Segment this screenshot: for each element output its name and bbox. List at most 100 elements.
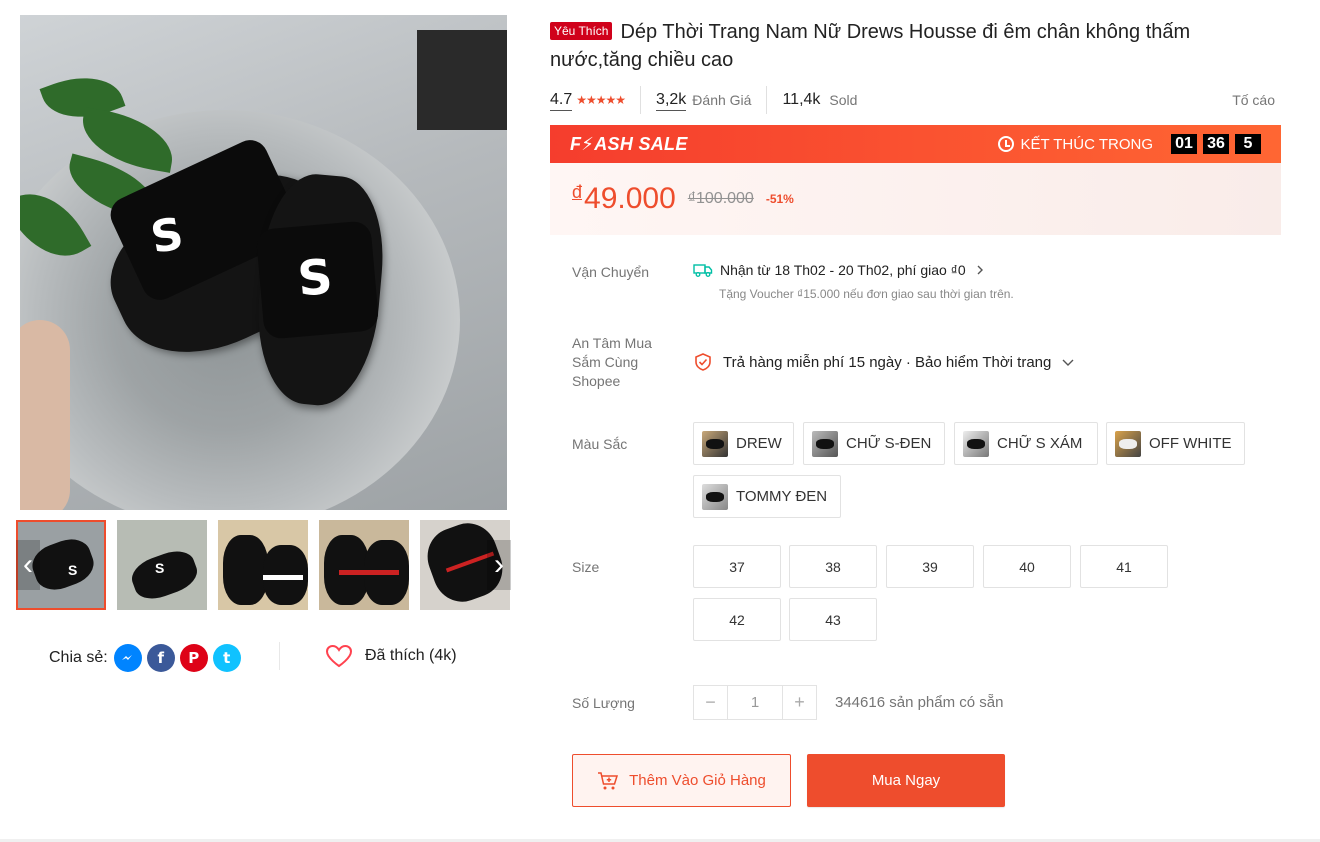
- chevron-right-icon: [977, 265, 983, 275]
- reviews-count[interactable]: 3,2k: [656, 90, 687, 111]
- color-swatch: [702, 483, 728, 510]
- strap-letter: S: [147, 208, 188, 264]
- flash-sale-bar: F⚡ASH SALE KẾT THÚC TRONG 01 36 5: [550, 125, 1281, 163]
- stock-available: 344616 sản phẩm có sẵn: [835, 694, 1004, 711]
- background-box: [417, 30, 507, 130]
- thumb-letter: S: [68, 562, 78, 578]
- messenger-icon[interactable]: [113, 644, 142, 672]
- flash-sale-title: F⚡ASH SALE: [570, 133, 688, 154]
- quantity-input[interactable]: 1: [727, 686, 783, 719]
- thumbnail-4[interactable]: [319, 520, 409, 610]
- heart-icon: [325, 644, 353, 668]
- strap-letter: S: [295, 248, 335, 308]
- countdown-minutes: 36: [1203, 134, 1229, 154]
- color-swatch: [812, 430, 838, 457]
- thumbnail-prev-arrow[interactable]: ‹: [16, 540, 40, 590]
- guarantee-text: Trả hàng miễn phí 15 ngày · Bảo hiểm Thờ…: [723, 353, 1052, 371]
- thumb-slipper: [223, 535, 268, 605]
- size-option-39[interactable]: 39: [886, 545, 974, 588]
- guarantee-info[interactable]: Trả hàng miễn phí 15 ngày · Bảo hiểm Thờ…: [693, 352, 1075, 372]
- color-option-label: CHỮ S XÁM: [997, 435, 1083, 452]
- main-product-image[interactable]: S S: [20, 15, 507, 510]
- size-option-41[interactable]: 41: [1080, 545, 1168, 588]
- share-label: Chia sẻ:: [49, 649, 108, 666]
- quantity-decrease-button[interactable]: −: [694, 686, 727, 719]
- rating-stars-icon: ★★★★★: [576, 93, 626, 107]
- thumbnail-3[interactable]: [218, 520, 308, 610]
- product-stats: 4.7 ★★★★★ 3,2k Đánh Giá 11,4k Sold Tố cá…: [550, 86, 1275, 114]
- color-label: Màu Sắc: [572, 436, 628, 452]
- thumb-slipper: [127, 545, 202, 605]
- stats-divider: [766, 86, 768, 114]
- product-title-text: Dép Thời Trang Nam Nữ Drews Housse đi êm…: [550, 21, 1191, 71]
- color-option-tommy-den[interactable]: TOMMY ĐEN: [693, 475, 841, 518]
- countdown-seconds: 5: [1235, 134, 1261, 154]
- twitter-icon[interactable]: t: [212, 644, 241, 672]
- size-option-40[interactable]: 40: [983, 545, 1071, 588]
- product-page: S S S S ‹ › Chia sẻ: f P t Đã thích (4k)…: [0, 0, 1320, 842]
- size-label: Size: [572, 559, 600, 575]
- shipping-text: Nhận từ 18 Th02 - 20 Th02, phí giao ₫0: [720, 262, 966, 278]
- price-box: đ49.000 ₫100.000 -51%: [550, 163, 1281, 235]
- clock-icon: [998, 136, 1015, 152]
- like-button[interactable]: Đã thích (4k): [325, 644, 457, 668]
- cart-icon: [598, 771, 619, 789]
- size-option-37[interactable]: 37: [693, 545, 781, 588]
- color-option-label: CHỮ S-ĐEN: [846, 435, 932, 452]
- color-option-drew[interactable]: DREW: [693, 422, 794, 465]
- color-option-off-white[interactable]: OFF WHITE: [1106, 422, 1245, 465]
- reviews-label: Đánh Giá: [692, 92, 752, 108]
- shield-icon: [695, 353, 711, 371]
- color-option-chu-s-den[interactable]: CHỮ S-ĐEN: [803, 422, 945, 465]
- quantity-stepper: − 1 +: [693, 685, 817, 720]
- size-option-42[interactable]: 42: [693, 598, 781, 641]
- thumbnail-next-arrow[interactable]: ›: [487, 540, 511, 590]
- add-to-cart-label: Thêm Vào Giỏ Hàng: [629, 772, 766, 789]
- stripe: [263, 575, 303, 580]
- thumbnail-2[interactable]: S: [117, 520, 207, 610]
- color-option-chu-s-xam[interactable]: CHỮ S XÁM: [954, 422, 1098, 465]
- quantity-increase-button[interactable]: +: [783, 686, 816, 719]
- truck-icon: [693, 264, 713, 277]
- color-swatch: [1115, 430, 1141, 457]
- color-swatch: [702, 430, 728, 457]
- pinterest-icon[interactable]: P: [179, 644, 208, 672]
- color-option-label: TOMMY ĐEN: [736, 488, 828, 505]
- like-label: Đã thích (4k): [365, 647, 457, 664]
- buy-now-button[interactable]: Mua Ngay: [807, 754, 1005, 807]
- share-divider: [279, 642, 280, 670]
- sold-label: Sold: [829, 92, 858, 108]
- color-option-label: DREW: [736, 435, 782, 452]
- guarantee-label: An Tâm Mua Sắm Cùng Shopee: [572, 335, 652, 389]
- quantity-label: Số Lượng: [572, 695, 635, 711]
- currency-symbol: đ: [572, 182, 583, 202]
- sold-count: 11,4k: [782, 91, 821, 108]
- shipping-label: Vận Chuyển: [572, 264, 650, 280]
- hand: [20, 320, 70, 510]
- stats-divider: [640, 86, 642, 114]
- report-link[interactable]: Tố cáo: [1232, 92, 1275, 108]
- current-price-value: 49.000: [584, 182, 676, 215]
- share-bar: Chia sẻ: f P t: [49, 644, 246, 672]
- discount-badge: -51%: [765, 192, 794, 206]
- original-price: ₫100.000: [687, 190, 754, 207]
- shipping-info[interactable]: Nhận từ 18 Th02 - 20 Th02, phí giao ₫0: [693, 262, 986, 278]
- current-price: đ49.000: [572, 182, 676, 216]
- color-option-label: OFF WHITE: [1149, 435, 1232, 452]
- rating-value[interactable]: 4.7: [550, 90, 573, 111]
- chevron-down-icon: [1062, 359, 1074, 366]
- flash-sale-ends-label: KẾT THÚC TRONG: [1020, 135, 1153, 153]
- color-swatch: [963, 430, 989, 457]
- size-option-38[interactable]: 38: [789, 545, 877, 588]
- slipper-strap: S: [255, 220, 380, 340]
- size-option-43[interactable]: 43: [789, 598, 877, 641]
- add-to-cart-button[interactable]: Thêm Vào Giỏ Hàng: [572, 754, 791, 807]
- stripe: [339, 570, 399, 575]
- facebook-icon[interactable]: f: [146, 644, 175, 672]
- thumbnail-strip: S S: [16, 520, 511, 612]
- flash-sale-countdown: KẾT THÚC TRONG 01 36 5: [998, 134, 1261, 154]
- shipping-voucher-note: Tặng Voucher ₫15.000 nếu đơn giao sau th…: [719, 287, 1014, 301]
- thumb-letter: S: [155, 560, 165, 576]
- product-title: Yêu Thích Dép Thời Trang Nam Nữ Drews Hou…: [550, 18, 1270, 74]
- favorite-badge: Yêu Thích: [550, 22, 613, 40]
